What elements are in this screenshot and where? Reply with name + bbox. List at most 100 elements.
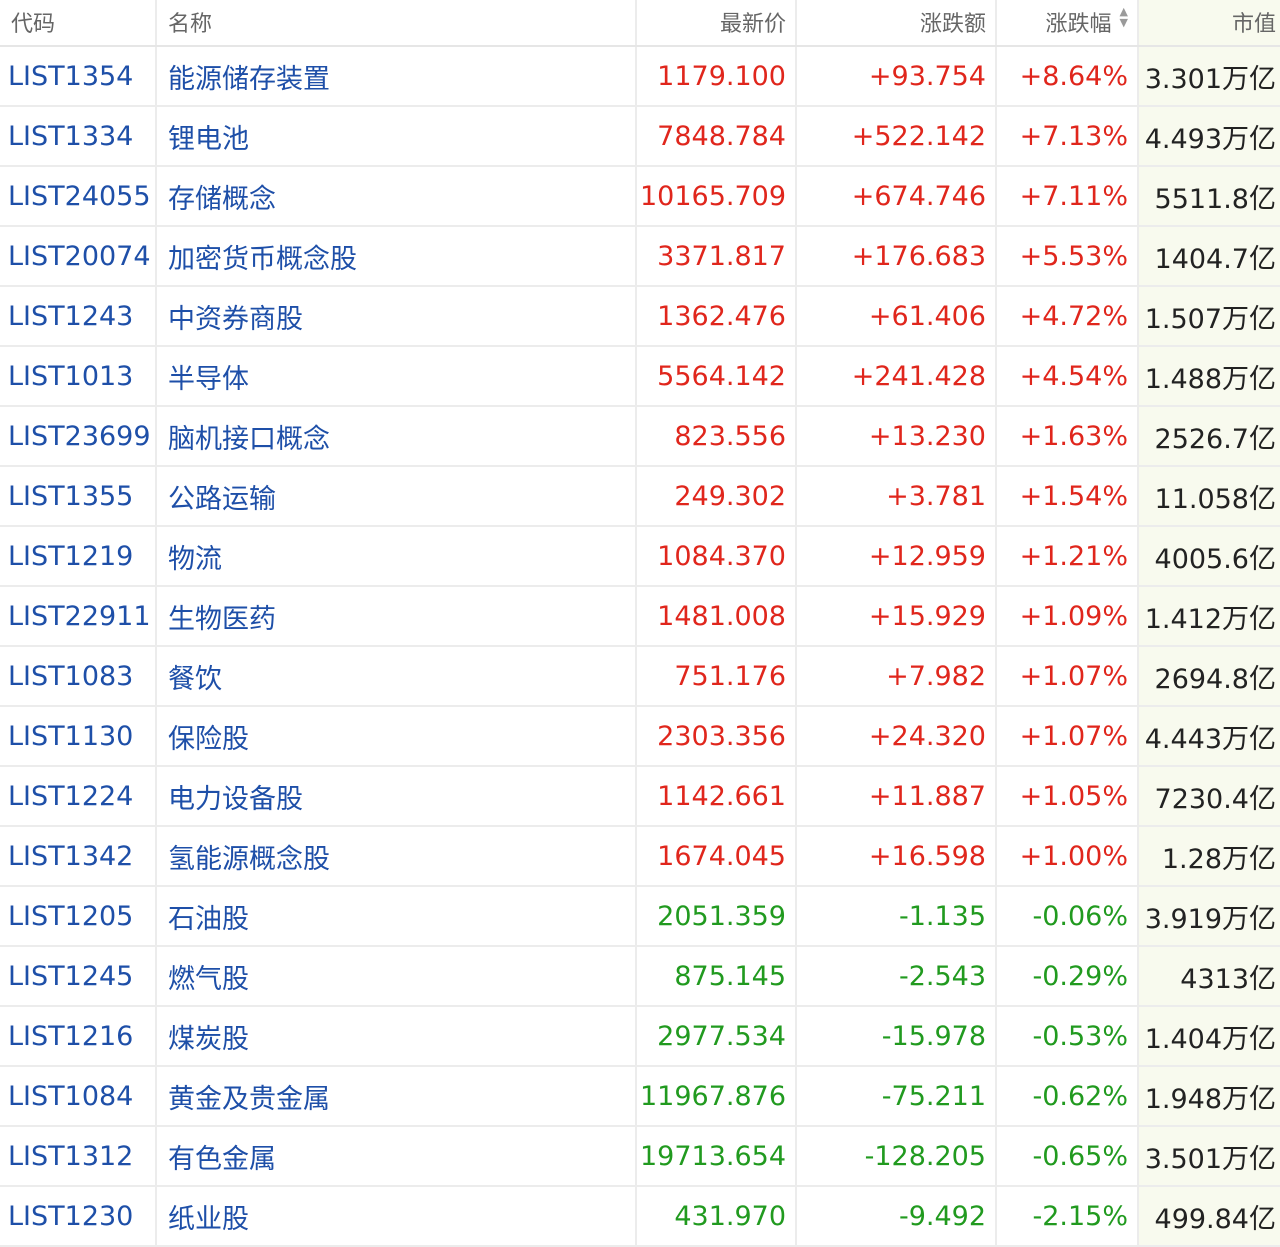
- cell-cap: 2526.7亿: [1139, 407, 1280, 465]
- header-name[interactable]: 名称: [157, 0, 637, 45]
- cell-name[interactable]: 纸业股: [157, 1187, 637, 1245]
- table-row[interactable]: LIST1224 电力设备股 1142.661 +11.887 +1.05% 7230.4…: [0, 767, 1280, 827]
- cell-name[interactable]: 煤炭股: [157, 1007, 637, 1065]
- table-row[interactable]: LIST1219 物流 1084.370 +12.959 +1.21% 4005.6亿: [0, 527, 1280, 587]
- cell-price: 5564.142: [637, 347, 797, 405]
- cell-cap: 1404.7亿: [1139, 227, 1280, 285]
- cell-change: +3.781: [797, 467, 997, 525]
- cell-code[interactable]: LIST1334: [0, 107, 157, 165]
- cell-code[interactable]: LIST1312: [0, 1127, 157, 1185]
- header-cap[interactable]: 市值: [1139, 0, 1280, 45]
- header-pct[interactable]: 涨跌幅 ▲ ▼: [997, 0, 1139, 45]
- cell-price: 1084.370: [637, 527, 797, 585]
- cell-code[interactable]: LIST20074: [0, 227, 157, 285]
- cell-change: +93.754: [797, 47, 997, 105]
- cell-price: 2977.534: [637, 1007, 797, 1065]
- cell-change: +13.230: [797, 407, 997, 465]
- cell-code[interactable]: LIST22911: [0, 587, 157, 645]
- cell-name[interactable]: 氢能源概念股: [157, 827, 637, 885]
- cell-name[interactable]: 物流: [157, 527, 637, 585]
- cell-cap: 1.507万亿: [1139, 287, 1280, 345]
- cell-change: +176.683: [797, 227, 997, 285]
- cell-cap: 1.948万亿: [1139, 1067, 1280, 1125]
- cell-pct: -0.06%: [997, 887, 1139, 945]
- cell-code[interactable]: LIST1013: [0, 347, 157, 405]
- cell-change: +24.320: [797, 707, 997, 765]
- cell-change: -15.978: [797, 1007, 997, 1065]
- cell-name[interactable]: 脑机接口概念: [157, 407, 637, 465]
- cell-code[interactable]: LIST1205: [0, 887, 157, 945]
- cell-pct: +1.09%: [997, 587, 1139, 645]
- table-row[interactable]: LIST1355 公路运输 249.302 +3.781 +1.54% 11.058亿: [0, 467, 1280, 527]
- cell-name[interactable]: 半导体: [157, 347, 637, 405]
- table-row[interactable]: LIST1354 能源储存装置 1179.100 +93.754 +8.64% 3.301…: [0, 47, 1280, 107]
- table-row[interactable]: LIST1334 锂电池 7848.784 +522.142 +7.13% 4.493万亿: [0, 107, 1280, 167]
- cell-code[interactable]: LIST1354: [0, 47, 157, 105]
- cell-code[interactable]: LIST1224: [0, 767, 157, 825]
- cell-price: 1481.008: [637, 587, 797, 645]
- cell-code[interactable]: LIST1219: [0, 527, 157, 585]
- cell-change: -128.205: [797, 1127, 997, 1185]
- cell-code[interactable]: LIST1355: [0, 467, 157, 525]
- cell-code[interactable]: LIST1230: [0, 1187, 157, 1245]
- header-code[interactable]: 代码: [0, 0, 157, 45]
- table-row[interactable]: LIST1230 纸业股 431.970 -9.492 -2.15% 499.84亿: [0, 1187, 1280, 1247]
- cell-cap: 1.404万亿: [1139, 1007, 1280, 1065]
- cell-name[interactable]: 黄金及贵金属: [157, 1067, 637, 1125]
- cell-change: +241.428: [797, 347, 997, 405]
- cell-cap: 5511.8亿: [1139, 167, 1280, 225]
- table-row[interactable]: LIST20074 加密货币概念股 3371.817 +176.683 +5.53% 14…: [0, 227, 1280, 287]
- cell-name[interactable]: 存储概念: [157, 167, 637, 225]
- table-row[interactable]: LIST23699 脑机接口概念 823.556 +13.230 +1.63% 2526.…: [0, 407, 1280, 467]
- cell-pct: +4.72%: [997, 287, 1139, 345]
- cell-name[interactable]: 中资券商股: [157, 287, 637, 345]
- cell-name[interactable]: 有色金属: [157, 1127, 637, 1185]
- cell-code[interactable]: LIST1083: [0, 647, 157, 705]
- table-row[interactable]: LIST1342 氢能源概念股 1674.045 +16.598 +1.00% 1.28万…: [0, 827, 1280, 887]
- cell-pct: +1.07%: [997, 707, 1139, 765]
- table-row[interactable]: LIST1216 煤炭股 2977.534 -15.978 -0.53% 1.404万亿: [0, 1007, 1280, 1067]
- cell-pct: +8.64%: [997, 47, 1139, 105]
- cell-code[interactable]: LIST1245: [0, 947, 157, 1005]
- cell-cap: 3.919万亿: [1139, 887, 1280, 945]
- cell-pct: +1.00%: [997, 827, 1139, 885]
- header-price[interactable]: 最新价: [637, 0, 797, 45]
- cell-change: +15.929: [797, 587, 997, 645]
- sort-down-icon: ▼: [1119, 16, 1128, 29]
- cell-code[interactable]: LIST23699: [0, 407, 157, 465]
- table-row[interactable]: LIST1083 餐饮 751.176 +7.982 +1.07% 2694.8亿: [0, 647, 1280, 707]
- cell-name[interactable]: 生物医药: [157, 587, 637, 645]
- cell-code[interactable]: LIST1243: [0, 287, 157, 345]
- cell-name[interactable]: 电力设备股: [157, 767, 637, 825]
- cell-price: 431.970: [637, 1187, 797, 1245]
- table-row[interactable]: LIST22911 生物医药 1481.008 +15.929 +1.09% 1.412万…: [0, 587, 1280, 647]
- cell-name[interactable]: 燃气股: [157, 947, 637, 1005]
- cell-cap: 1.412万亿: [1139, 587, 1280, 645]
- table-row[interactable]: LIST1013 半导体 5564.142 +241.428 +4.54% 1.488万亿: [0, 347, 1280, 407]
- cell-code[interactable]: LIST1084: [0, 1067, 157, 1125]
- cell-price: 2303.356: [637, 707, 797, 765]
- cell-code[interactable]: LIST1342: [0, 827, 157, 885]
- sort-icon[interactable]: ▲ ▼: [1120, 6, 1128, 28]
- table-row[interactable]: LIST1245 燃气股 875.145 -2.543 -0.29% 4313亿: [0, 947, 1280, 1007]
- table-row[interactable]: LIST1130 保险股 2303.356 +24.320 +1.07% 4.443万亿: [0, 707, 1280, 767]
- table-row[interactable]: LIST1205 石油股 2051.359 -1.135 -0.06% 3.919万亿: [0, 887, 1280, 947]
- cell-name[interactable]: 石油股: [157, 887, 637, 945]
- cell-name[interactable]: 餐饮: [157, 647, 637, 705]
- cell-code[interactable]: LIST1216: [0, 1007, 157, 1065]
- cell-name[interactable]: 锂电池: [157, 107, 637, 165]
- cell-change: -1.135: [797, 887, 997, 945]
- cell-cap: 2694.8亿: [1139, 647, 1280, 705]
- cell-name[interactable]: 能源储存装置: [157, 47, 637, 105]
- table-row[interactable]: LIST1084 黄金及贵金属 11967.876 -75.211 -0.62% 1.94…: [0, 1067, 1280, 1127]
- cell-price: 1142.661: [637, 767, 797, 825]
- table-row[interactable]: LIST24055 存储概念 10165.709 +674.746 +7.11% 5511…: [0, 167, 1280, 227]
- cell-name[interactable]: 保险股: [157, 707, 637, 765]
- header-change[interactable]: 涨跌额: [797, 0, 997, 45]
- cell-code[interactable]: LIST1130: [0, 707, 157, 765]
- cell-name[interactable]: 加密货币概念股: [157, 227, 637, 285]
- cell-name[interactable]: 公路运输: [157, 467, 637, 525]
- cell-code[interactable]: LIST24055: [0, 167, 157, 225]
- table-row[interactable]: LIST1243 中资券商股 1362.476 +61.406 +4.72% 1.507万…: [0, 287, 1280, 347]
- table-row[interactable]: LIST1312 有色金属 19713.654 -128.205 -0.65% 3.501…: [0, 1127, 1280, 1187]
